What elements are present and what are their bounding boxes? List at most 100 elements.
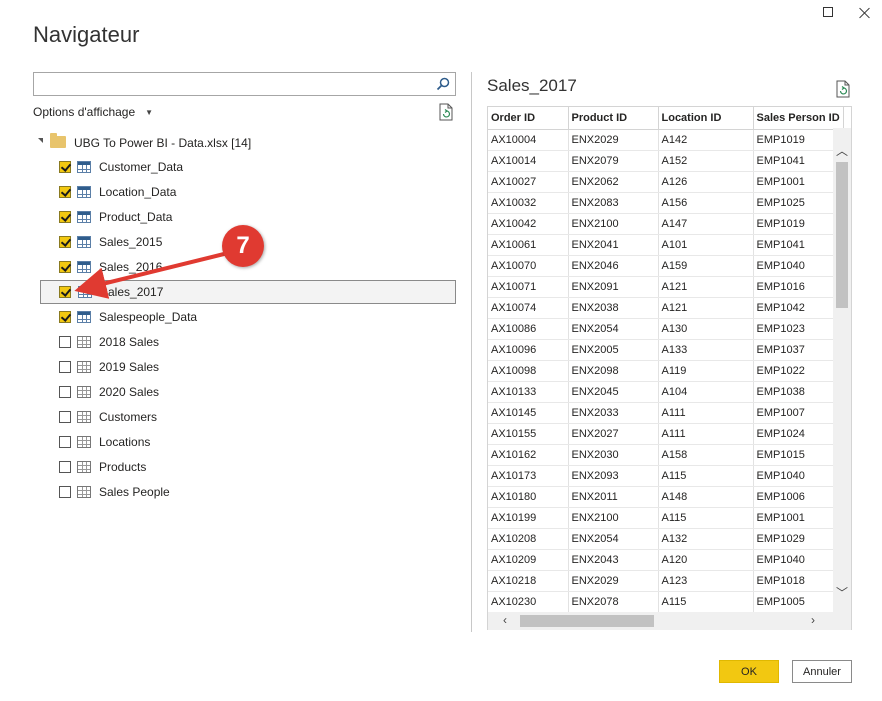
table-cell: AX10209	[488, 549, 569, 571]
caret-down-icon: ▼	[145, 107, 154, 117]
refresh-icon[interactable]	[438, 103, 454, 121]
tree-item-locations[interactable]: Locations	[40, 430, 456, 454]
table-row: AX10004 ENX2029 A142 EMP1019	[488, 129, 844, 151]
table-icon	[78, 286, 92, 298]
scroll-down-icon[interactable]: ﹀	[833, 586, 851, 600]
tree-root-file[interactable]: UBG To Power BI - Data.xlsx [14]	[33, 132, 457, 154]
table-row: AX10173 ENX2093 A115 EMP1040	[488, 465, 844, 487]
window-controls	[822, 6, 872, 20]
maximize-icon	[823, 7, 833, 17]
table-cell: EMP1041	[753, 234, 844, 256]
table-row: AX10180 ENX2011 A148 EMP1006	[488, 486, 844, 508]
checkbox[interactable]	[59, 186, 71, 198]
table-icon	[77, 311, 91, 323]
table-cell: ENX2041	[568, 234, 659, 256]
table-row: AX10042 ENX2100 A147 EMP1019	[488, 213, 844, 235]
scroll-up-icon[interactable]: ︿	[833, 144, 851, 158]
checkbox[interactable]	[59, 286, 71, 298]
search-input[interactable]	[34, 73, 424, 95]
table-cell: ENX2083	[568, 192, 659, 214]
pane-splitter[interactable]	[471, 72, 472, 632]
table-row: AX10209 ENX2043 A120 EMP1040	[488, 549, 844, 571]
vertical-scroll-thumb[interactable]	[836, 162, 848, 308]
preview-refresh-icon[interactable]	[835, 80, 851, 98]
scroll-right-icon[interactable]: ›	[806, 613, 820, 627]
column-header[interactable]: Product ID	[568, 107, 659, 130]
vertical-scrollbar[interactable]: ︿ ﹀	[833, 128, 851, 612]
table-cell: AX10218	[488, 570, 569, 592]
table-cell: EMP1029	[753, 528, 844, 550]
tree-item-customers[interactable]: Customers	[40, 405, 456, 429]
checkbox[interactable]	[59, 361, 71, 373]
table-cell: A133	[658, 339, 754, 361]
checkbox[interactable]	[59, 161, 71, 173]
table-cell: A121	[658, 276, 754, 298]
tree-item-salespeople-data[interactable]: Salespeople_Data	[40, 305, 456, 329]
checkbox[interactable]	[59, 386, 71, 398]
table-cell: EMP1019	[753, 213, 844, 235]
table-cell: AX10032	[488, 192, 569, 214]
scroll-left-icon[interactable]: ‹	[498, 613, 512, 627]
table-cell: A104	[658, 381, 754, 403]
checkbox[interactable]	[59, 411, 71, 423]
table-row: AX10070 ENX2046 A159 EMP1040	[488, 255, 844, 277]
collapse-triangle-icon[interactable]	[38, 138, 43, 143]
table-row: AX10133 ENX2045 A104 EMP1038	[488, 381, 844, 403]
table-cell: ENX2093	[568, 465, 659, 487]
preview-title: Sales_2017	[487, 76, 577, 95]
checkbox[interactable]	[59, 486, 71, 498]
table-cell: A148	[658, 486, 754, 508]
tree-item-2018-sales[interactable]: 2018 Sales	[40, 330, 456, 354]
checkbox[interactable]	[59, 436, 71, 448]
checkbox[interactable]	[59, 211, 71, 223]
table-cell: A119	[658, 360, 754, 382]
checkbox[interactable]	[59, 311, 71, 323]
table-cell: A115	[658, 507, 754, 529]
table-row: AX10061 ENX2041 A101 EMP1041	[488, 234, 844, 256]
table-cell: ENX2027	[568, 423, 659, 445]
search-icon[interactable]	[436, 77, 450, 91]
checkbox[interactable]	[59, 236, 71, 248]
table-cell: ENX2078	[568, 591, 659, 613]
dialog-title: Navigateur	[33, 22, 140, 47]
table-cell: AX10199	[488, 507, 569, 529]
table-cell: EMP1038	[753, 381, 844, 403]
table-cell: A101	[658, 234, 754, 256]
table-cell: ENX2098	[568, 360, 659, 382]
column-header[interactable]: Order ID	[488, 107, 569, 130]
tree-item-label: Salespeople_Data	[99, 310, 198, 324]
tree-item-sales-2017[interactable]: Sales_2017	[40, 280, 456, 304]
checkbox[interactable]	[59, 461, 71, 473]
tree-item-label: Sales_2015	[99, 235, 163, 249]
table-cell: AX10086	[488, 318, 569, 340]
tree-item-label: Products	[99, 460, 147, 474]
horizontal-scrollbar[interactable]: ‹ ›	[488, 612, 851, 630]
table-cell: EMP1041	[753, 150, 844, 172]
table-cell: AX10061	[488, 234, 569, 256]
checkbox[interactable]	[59, 261, 71, 273]
table-row: AX10014 ENX2079 A152 EMP1041	[488, 150, 844, 172]
table-cell: ENX2030	[568, 444, 659, 466]
column-header[interactable]: Location ID	[658, 107, 754, 130]
maximize-button[interactable]	[822, 6, 836, 20]
table-cell: A156	[658, 192, 754, 214]
horizontal-scroll-thumb[interactable]	[520, 615, 654, 627]
table-cell: ENX2005	[568, 339, 659, 361]
table-cell: AX10096	[488, 339, 569, 361]
tree-item-2019-sales[interactable]: 2019 Sales	[40, 355, 456, 379]
ok-button[interactable]: OK	[719, 660, 779, 683]
display-options-dropdown[interactable]: Options d'affichage ▼	[33, 105, 153, 119]
tree-item-2020-sales[interactable]: 2020 Sales	[40, 380, 456, 404]
tree-item-location-data[interactable]: Location_Data	[40, 180, 456, 204]
table-row: AX10096 ENX2005 A133 EMP1037	[488, 339, 844, 361]
close-button[interactable]	[858, 6, 872, 20]
tree-item-sales-people[interactable]: Sales People	[40, 480, 456, 504]
tree-item-products[interactable]: Products	[40, 455, 456, 479]
column-header[interactable]: Sales Person ID	[753, 107, 844, 130]
table-cell: A152	[658, 150, 754, 172]
table-cell: ENX2054	[568, 528, 659, 550]
checkbox[interactable]	[59, 336, 71, 348]
tree-item-customer-data[interactable]: Customer_Data	[40, 155, 456, 179]
table-cell: A111	[658, 402, 754, 424]
cancel-button[interactable]: Annuler	[792, 660, 852, 683]
